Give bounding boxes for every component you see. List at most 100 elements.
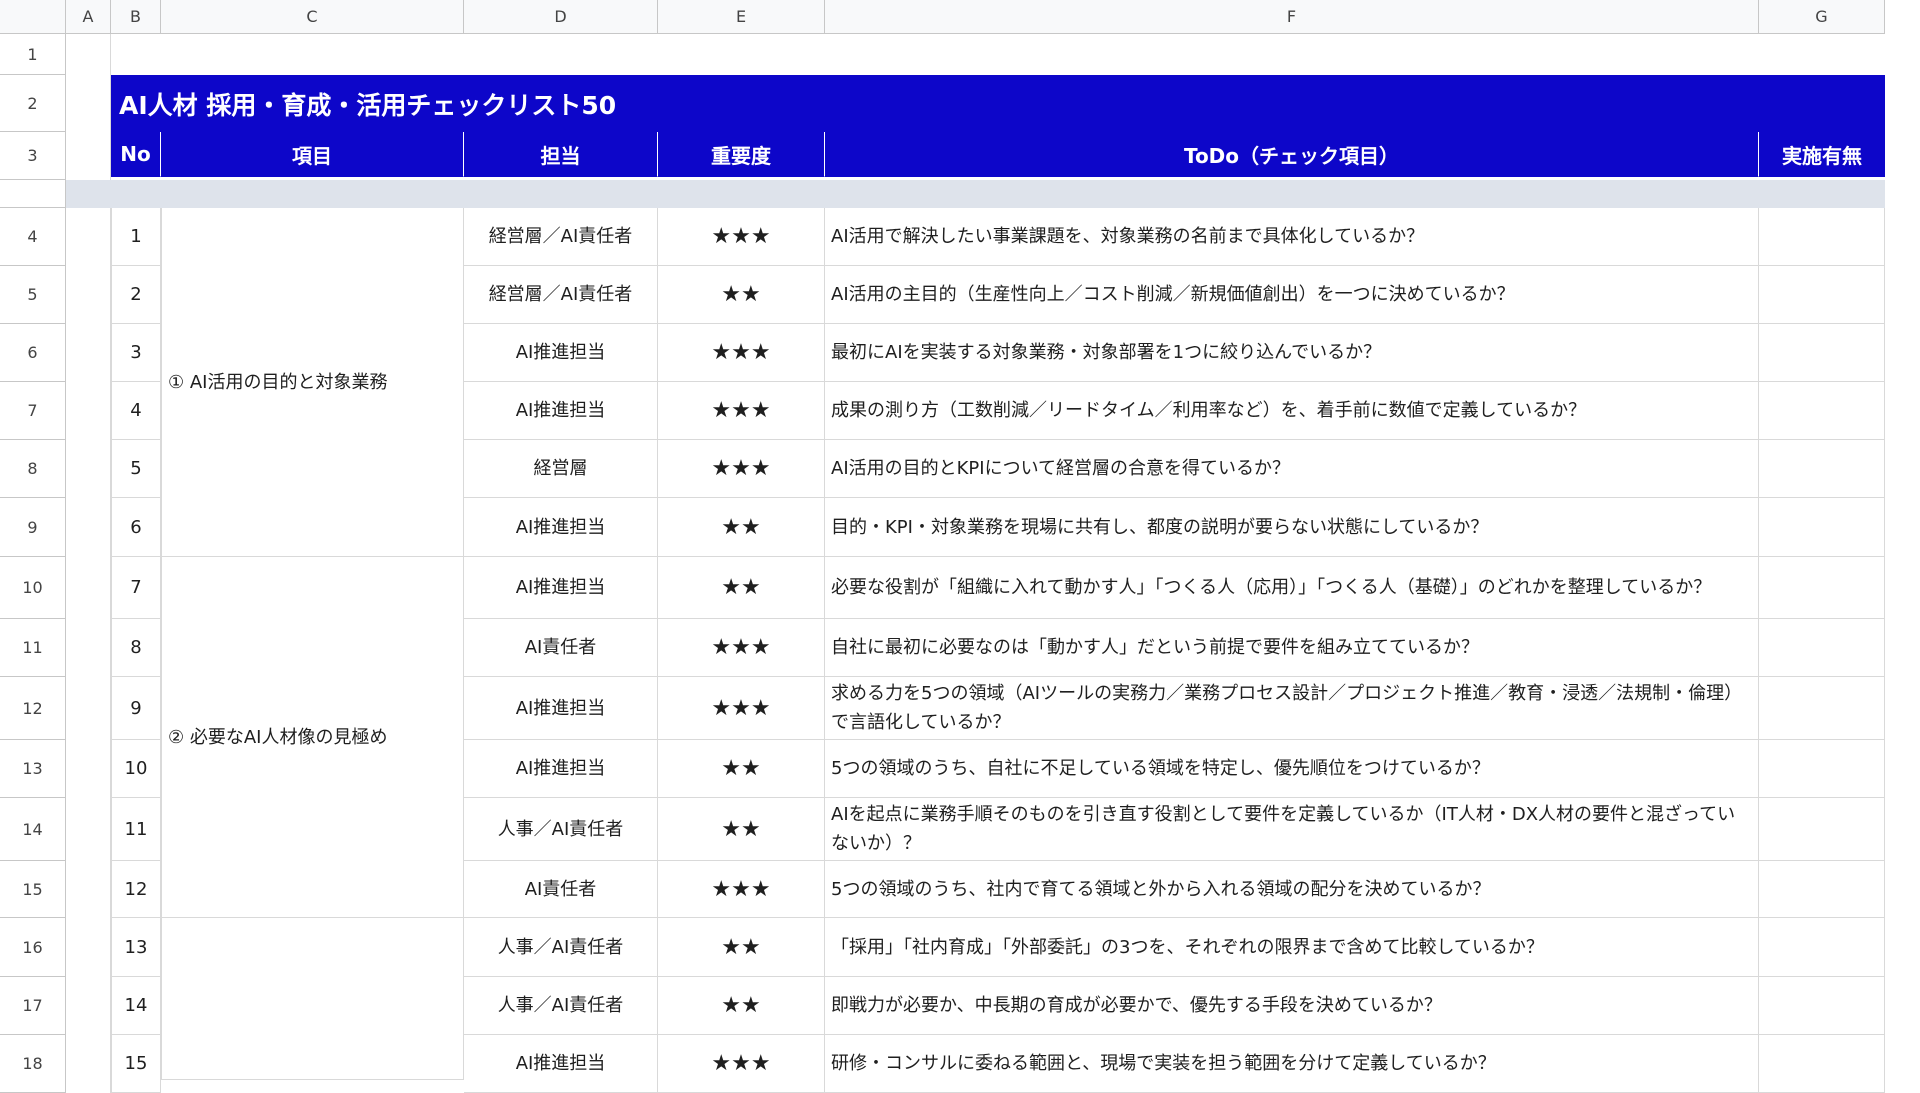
done-cell[interactable]: [1759, 498, 1885, 557]
cell-a[interactable]: [66, 977, 111, 1035]
todo-cell[interactable]: 即戦力が必要か、中長期の育成が必要かで、優先する手段を決めているか？: [825, 977, 1759, 1035]
header-importance[interactable]: 重要度: [658, 132, 825, 177]
row-header-18[interactable]: 18: [0, 1035, 66, 1093]
done-cell[interactable]: [1759, 557, 1885, 619]
owner-cell[interactable]: AI推進担当: [464, 498, 658, 557]
column-header-3[interactable]: D: [464, 0, 658, 34]
cell-a[interactable]: [66, 498, 111, 557]
cell-a[interactable]: [66, 382, 111, 440]
header-item[interactable]: 項目: [161, 132, 464, 177]
todo-cell[interactable]: 5つの領域のうち、自社に不足している領域を特定し、優先順位をつけているか？: [825, 740, 1759, 798]
no-cell[interactable]: 8: [111, 619, 161, 677]
importance-cell[interactable]: ★★★: [658, 208, 825, 266]
cell-a[interactable]: [66, 557, 111, 619]
owner-cell[interactable]: 人事／AI責任者: [464, 798, 658, 861]
no-cell[interactable]: 5: [111, 440, 161, 498]
no-cell[interactable]: 2: [111, 266, 161, 324]
importance-cell[interactable]: ★★: [658, 977, 825, 1035]
todo-cell[interactable]: 「採用」「社内育成」「外部委託」の3つを、それぞれの限界まで含めて比較しているか…: [825, 918, 1759, 977]
cell-a[interactable]: [66, 440, 111, 498]
todo-cell[interactable]: AI活用の目的とKPIについて経営層の合意を得ているか？: [825, 440, 1759, 498]
importance-cell[interactable]: ★★★: [658, 677, 825, 740]
owner-cell[interactable]: AI推進担当: [464, 382, 658, 440]
importance-cell[interactable]: ★★: [658, 740, 825, 798]
done-cell[interactable]: [1759, 977, 1885, 1035]
owner-cell[interactable]: AI推進担当: [464, 740, 658, 798]
no-cell[interactable]: 7: [111, 557, 161, 619]
column-header-2[interactable]: C: [161, 0, 464, 34]
done-cell[interactable]: [1759, 382, 1885, 440]
cell-a[interactable]: [66, 1035, 111, 1093]
done-cell[interactable]: [1759, 1035, 1885, 1093]
group-cell-3[interactable]: [161, 918, 464, 1080]
owner-cell[interactable]: AI推進担当: [464, 557, 658, 619]
column-header-4[interactable]: E: [658, 0, 825, 34]
done-cell[interactable]: [1759, 677, 1885, 740]
importance-cell[interactable]: ★★★: [658, 619, 825, 677]
row-header-10[interactable]: 10: [0, 557, 66, 619]
column-header-6[interactable]: G: [1759, 0, 1885, 34]
importance-cell[interactable]: ★★: [658, 918, 825, 977]
header-no[interactable]: No: [111, 132, 161, 177]
done-cell[interactable]: [1759, 266, 1885, 324]
importance-cell[interactable]: ★★: [658, 498, 825, 557]
cell-a[interactable]: [66, 266, 111, 324]
column-header-0[interactable]: A: [66, 0, 111, 34]
todo-cell[interactable]: 最初にAIを実装する対象業務・対象部署を1つに絞り込んでいるか？: [825, 324, 1759, 382]
todo-cell[interactable]: 研修・コンサルに委ねる範囲と、現場で実装を担う範囲を分けて定義しているか？: [825, 1035, 1759, 1093]
no-cell[interactable]: 14: [111, 977, 161, 1035]
spreadsheet-grid[interactable]: ABCDEFG 1 2 3 4 5 6 7 8 9 10 11 12 13 14 15 16 17 18 AI人材…: [0, 0, 1920, 1093]
select-all-corner[interactable]: [0, 0, 66, 34]
owner-cell[interactable]: AI推進担当: [464, 324, 658, 382]
group-cell-1[interactable]: ① AI活用の目的と対象業務: [161, 208, 464, 557]
no-cell[interactable]: 3: [111, 324, 161, 382]
importance-cell[interactable]: ★★★: [658, 440, 825, 498]
todo-cell[interactable]: AI活用の主目的（生産性向上／コスト削減／新規価値創出）を一つに決めているか？: [825, 266, 1759, 324]
cell-a[interactable]: [66, 798, 111, 861]
owner-cell[interactable]: AI推進担当: [464, 1035, 658, 1093]
todo-cell[interactable]: 目的・KPI・対象業務を現場に共有し、都度の説明が要らない状態にしているか？: [825, 498, 1759, 557]
no-cell[interactable]: 6: [111, 498, 161, 557]
row-header-16[interactable]: 16: [0, 918, 66, 977]
done-cell[interactable]: [1759, 208, 1885, 266]
importance-cell[interactable]: ★★★: [658, 324, 825, 382]
todo-cell[interactable]: 自社に最初に必要なのは「動かす人」だという前提で要件を組み立てているか？: [825, 619, 1759, 677]
importance-cell[interactable]: ★★★: [658, 382, 825, 440]
column-header-5[interactable]: F: [825, 0, 1759, 34]
done-cell[interactable]: [1759, 440, 1885, 498]
header-done[interactable]: 実施有無: [1759, 132, 1885, 177]
owner-cell[interactable]: 人事／AI責任者: [464, 977, 658, 1035]
column-header-1[interactable]: B: [111, 0, 161, 34]
no-cell[interactable]: 4: [111, 382, 161, 440]
cell-a-header-area[interactable]: [66, 34, 111, 180]
done-cell[interactable]: [1759, 740, 1885, 798]
done-cell[interactable]: [1759, 619, 1885, 677]
header-todo[interactable]: ToDo（チェック項目）: [825, 132, 1759, 177]
no-cell[interactable]: 15: [111, 1035, 161, 1093]
importance-cell[interactable]: ★★: [658, 798, 825, 861]
no-cell[interactable]: 11: [111, 798, 161, 861]
done-cell[interactable]: [1759, 324, 1885, 382]
owner-cell[interactable]: AI責任者: [464, 861, 658, 918]
row-header-14[interactable]: 14: [0, 798, 66, 861]
row-header-7[interactable]: 7: [0, 382, 66, 440]
row-header-6[interactable]: 6: [0, 324, 66, 382]
row-header-4[interactable]: 4: [0, 208, 66, 266]
done-cell[interactable]: [1759, 798, 1885, 861]
cell-a[interactable]: [66, 918, 111, 977]
importance-cell[interactable]: ★★: [658, 266, 825, 324]
owner-cell[interactable]: 経営層／AI責任者: [464, 208, 658, 266]
no-cell[interactable]: 13: [111, 918, 161, 977]
cell-a[interactable]: [66, 740, 111, 798]
todo-cell[interactable]: 成果の測り方（工数削減／リードタイム／利用率など）を、着手前に数値で定義している…: [825, 382, 1759, 440]
owner-cell[interactable]: 経営層: [464, 440, 658, 498]
todo-cell[interactable]: 5つの領域のうち、社内で育てる領域と外から入れる領域の配分を決めているか？: [825, 861, 1759, 918]
row-header-1[interactable]: 2: [0, 75, 66, 132]
no-cell[interactable]: 9: [111, 677, 161, 740]
todo-cell[interactable]: AI活用で解決したい事業課題を、対象業務の名前まで具体化しているか？: [825, 208, 1759, 266]
no-cell[interactable]: 10: [111, 740, 161, 798]
row-header-0[interactable]: 1: [0, 34, 66, 75]
row-header-8[interactable]: 8: [0, 440, 66, 498]
row-header-9[interactable]: 9: [0, 498, 66, 557]
todo-cell[interactable]: 必要な役割が「組織に入れて動かす人」「つくる人（応用）」「つくる人（基礎）」のど…: [825, 557, 1759, 619]
